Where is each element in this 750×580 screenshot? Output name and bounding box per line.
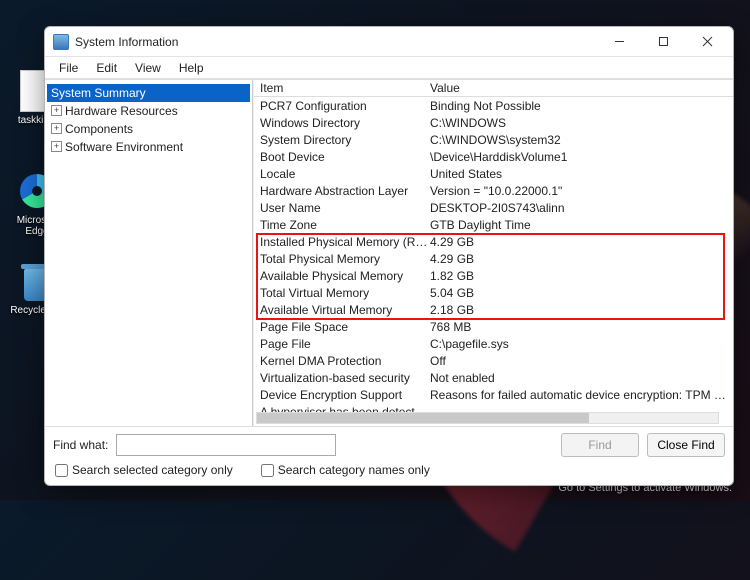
table-row[interactable]: Device Encryption SupportReasons for fai… xyxy=(254,386,733,403)
cell-item: Hardware Abstraction Layer xyxy=(260,184,430,198)
find-input[interactable] xyxy=(116,434,335,456)
expand-icon[interactable]: + xyxy=(51,105,62,116)
cell-value: 1.82 GB xyxy=(430,269,727,283)
cell-value: C:\WINDOWS xyxy=(430,116,727,130)
cell-item: Page File xyxy=(260,337,430,351)
close-find-button[interactable]: Close Find xyxy=(647,433,725,457)
column-header-row[interactable]: Item Value xyxy=(254,80,733,97)
table-row[interactable]: Page FileC:\pagefile.sys xyxy=(254,335,733,352)
table-row[interactable]: Boot Device\Device\HarddiskVolume1 xyxy=(254,148,733,165)
column-header-value[interactable]: Value xyxy=(430,81,727,95)
cell-value: 2.18 GB xyxy=(430,303,727,317)
category-tree: System Summary + Hardware Resources + Co… xyxy=(45,80,253,426)
cell-item: User Name xyxy=(260,201,430,215)
find-button[interactable]: Find xyxy=(561,433,639,457)
chk-search-selected-label: Search selected category only xyxy=(72,463,233,477)
cell-item: Page File Space xyxy=(260,320,430,334)
find-label: Find what: xyxy=(53,438,108,452)
tree-node-label: Software Environment xyxy=(65,140,183,154)
expand-icon[interactable]: + xyxy=(51,141,62,152)
cell-item: Virtualization-based security xyxy=(260,371,430,385)
menubar: File Edit View Help xyxy=(45,57,733,79)
cell-value: Off xyxy=(430,354,727,368)
maximize-button[interactable] xyxy=(641,28,685,56)
cell-item: Kernel DMA Protection xyxy=(260,354,430,368)
tree-node-label: Hardware Resources xyxy=(65,104,178,118)
table-row[interactable]: Hardware Abstraction LayerVersion = "10.… xyxy=(254,182,733,199)
menu-view[interactable]: View xyxy=(127,59,169,77)
cell-value: Binding Not Possible xyxy=(430,99,727,113)
titlebar[interactable]: System Information xyxy=(45,27,733,57)
cell-value: C:\pagefile.sys xyxy=(430,337,727,351)
table-row[interactable]: Page File Space768 MB xyxy=(254,318,733,335)
chk-search-names-label: Search category names only xyxy=(278,463,430,477)
cell-item: Available Virtual Memory xyxy=(260,303,430,317)
table-row[interactable]: Windows DirectoryC:\WINDOWS xyxy=(254,114,733,131)
cell-value: Not enabled xyxy=(430,371,727,385)
cell-item: Time Zone xyxy=(260,218,430,232)
table-row[interactable]: User NameDESKTOP-2I0S743\alinn xyxy=(254,199,733,216)
table-row[interactable]: Kernel DMA ProtectionOff xyxy=(254,352,733,369)
cell-value: \Device\HarddiskVolume1 xyxy=(430,150,727,164)
tree-node-hardware-resources[interactable]: + Hardware Resources xyxy=(47,102,250,120)
cell-item: Device Encryption Support xyxy=(260,388,430,402)
expand-icon[interactable]: + xyxy=(51,123,62,134)
table-row[interactable]: Virtualization-based securityNot enabled xyxy=(254,369,733,386)
system-information-window: System Information File Edit View Help S… xyxy=(44,26,734,486)
find-bar: Find what: Find Close Find Search select… xyxy=(45,426,733,485)
cell-item: Total Physical Memory xyxy=(260,252,430,266)
minimize-button[interactable] xyxy=(597,28,641,56)
close-button[interactable] xyxy=(685,28,729,56)
scrollbar-thumb[interactable] xyxy=(257,413,589,423)
window-title: System Information xyxy=(75,35,597,49)
cell-value: Version = "10.0.22000.1" xyxy=(430,184,727,198)
tree-node-system-summary[interactable]: System Summary xyxy=(47,84,250,102)
cell-item: Available Physical Memory xyxy=(260,269,430,283)
cell-value: 768 MB xyxy=(430,320,727,334)
cell-value: United States xyxy=(430,167,727,181)
table-row[interactable]: Total Virtual Memory5.04 GB xyxy=(254,284,733,301)
horizontal-scrollbar[interactable] xyxy=(256,412,719,424)
table-row[interactable]: Total Physical Memory4.29 GB xyxy=(254,250,733,267)
sysinfo-icon xyxy=(53,34,69,50)
table-row[interactable]: Time ZoneGTB Daylight Time xyxy=(254,216,733,233)
cell-value: Reasons for failed automatic device encr… xyxy=(430,388,727,402)
chk-search-names[interactable]: Search category names only xyxy=(261,463,430,477)
chk-search-selected-box[interactable] xyxy=(55,464,68,477)
cell-item: Total Virtual Memory xyxy=(260,286,430,300)
menu-help[interactable]: Help xyxy=(171,59,212,77)
cell-item: Boot Device xyxy=(260,150,430,164)
content-area: System Summary + Hardware Resources + Co… xyxy=(45,79,733,426)
cell-item: System Directory xyxy=(260,133,430,147)
cell-item: Installed Physical Memory (RAM) xyxy=(260,235,430,249)
table-row[interactable]: Available Physical Memory1.82 GB xyxy=(254,267,733,284)
table-row[interactable]: Available Virtual Memory2.18 GB xyxy=(254,301,733,318)
tree-node-components[interactable]: + Components xyxy=(47,120,250,138)
cell-item: Locale xyxy=(260,167,430,181)
cell-value: 4.29 GB xyxy=(430,252,727,266)
cell-item: Windows Directory xyxy=(260,116,430,130)
chk-search-names-box[interactable] xyxy=(261,464,274,477)
cell-value: C:\WINDOWS\system32 xyxy=(430,133,727,147)
chk-search-selected[interactable]: Search selected category only xyxy=(55,463,233,477)
table-row[interactable]: Installed Physical Memory (RAM)4.29 GB xyxy=(254,233,733,250)
column-header-item[interactable]: Item xyxy=(260,81,430,95)
cell-value: 5.04 GB xyxy=(430,286,727,300)
details-pane: Item Value PCR7 ConfigurationBinding Not… xyxy=(253,80,733,426)
cell-value: 4.29 GB xyxy=(430,235,727,249)
tree-node-software-environment[interactable]: + Software Environment xyxy=(47,138,250,156)
menu-edit[interactable]: Edit xyxy=(88,59,125,77)
tree-node-label: Components xyxy=(65,122,133,136)
cell-value: GTB Daylight Time xyxy=(430,218,727,232)
menu-file[interactable]: File xyxy=(51,59,86,77)
table-row[interactable]: LocaleUnited States xyxy=(254,165,733,182)
table-row[interactable]: PCR7 ConfigurationBinding Not Possible xyxy=(254,97,733,114)
cell-value: DESKTOP-2I0S743\alinn xyxy=(430,201,727,215)
cell-item: PCR7 Configuration xyxy=(260,99,430,113)
table-row[interactable]: System DirectoryC:\WINDOWS\system32 xyxy=(254,131,733,148)
